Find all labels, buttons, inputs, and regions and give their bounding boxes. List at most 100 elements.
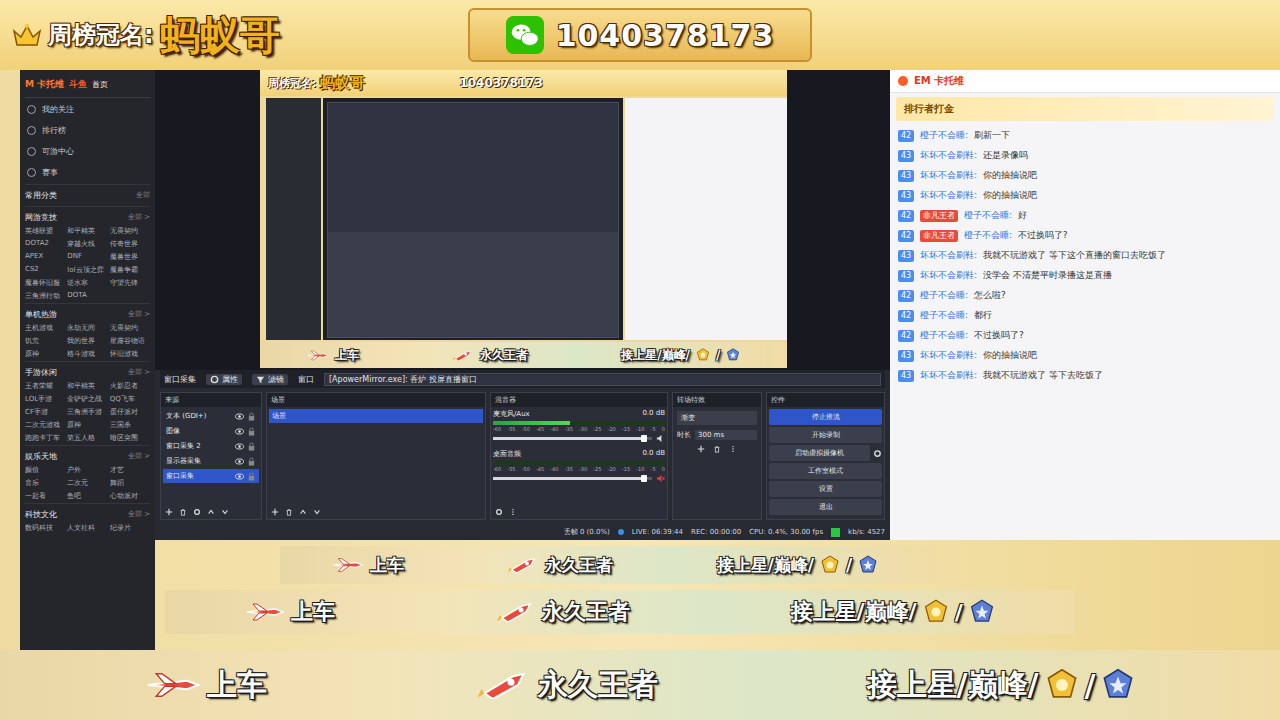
category-item[interactable]: DOTA2	[25, 239, 65, 249]
speaker-icon[interactable]	[656, 434, 665, 443]
gear-icon[interactable]	[873, 449, 882, 458]
lock-icon[interactable]	[247, 412, 256, 421]
up-icon[interactable]	[299, 508, 307, 516]
category-item[interactable]: 魔兽争霸	[110, 265, 150, 275]
eye-icon[interactable]	[235, 427, 244, 436]
eye-icon[interactable]	[235, 457, 244, 466]
sidebar-nav-item[interactable]: 可游中心	[25, 142, 150, 161]
category-item[interactable]: QQ飞车	[110, 394, 150, 404]
eye-icon[interactable]	[235, 412, 244, 421]
category-item[interactable]: LOL手游	[25, 394, 65, 404]
source-item[interactable]: 窗口采集	[163, 469, 259, 483]
category-item[interactable]: 格斗游戏	[67, 349, 107, 359]
category-item[interactable]: 逆水寒	[67, 278, 107, 288]
category-item[interactable]: 蛋仔派对	[110, 407, 150, 417]
username[interactable]: 坏坏不会刷鞋:	[920, 370, 977, 380]
category-item[interactable]: 跑跑卡丁车	[25, 433, 65, 443]
category-item[interactable]: 三角洲行动	[25, 291, 65, 301]
username[interactable]: 坏坏不会刷鞋:	[920, 250, 977, 260]
category-item[interactable]: 二次元游戏	[25, 420, 65, 430]
category-item[interactable]: 一起看	[25, 491, 65, 501]
category-item[interactable]: 魔兽世界	[110, 252, 150, 262]
category-item[interactable]: CS2	[25, 265, 65, 275]
rank-banner[interactable]: 排行者打金	[896, 97, 1274, 121]
properties-button[interactable]: 属性	[206, 374, 242, 385]
down-icon[interactable]	[313, 508, 321, 516]
category-item[interactable]: 守望先锋	[110, 278, 150, 288]
add-icon[interactable]	[165, 508, 173, 516]
username[interactable]: 坏坏不会刷鞋:	[920, 150, 977, 160]
category-item[interactable]: 魔兽怀旧服	[25, 278, 65, 288]
lock-icon[interactable]	[247, 472, 256, 481]
add-icon[interactable]	[271, 508, 279, 516]
category-item[interactable]: 星露谷物语	[110, 336, 150, 346]
trash-icon[interactable]	[285, 508, 293, 516]
category-item[interactable]: 和平精英	[67, 226, 107, 236]
category-item[interactable]: 三国杀	[110, 420, 150, 430]
category-item[interactable]: 二次元	[67, 478, 107, 488]
volume-slider[interactable]	[493, 437, 652, 440]
add-icon[interactable]	[697, 445, 705, 453]
sidebar-nav-item[interactable]: 我的关注	[25, 100, 150, 119]
category-item[interactable]: 我的世界	[67, 336, 107, 346]
category-item[interactable]: 第五人格	[67, 433, 107, 443]
more-link[interactable]: 全部	[136, 190, 150, 201]
menu-dots-icon[interactable]	[729, 445, 737, 453]
username[interactable]: 坏坏不会刷鞋:	[920, 190, 977, 200]
category-item[interactable]: 无畏契约	[110, 323, 150, 333]
category-item[interactable]: 和平精英	[67, 381, 107, 391]
category-item[interactable]: APEX	[25, 252, 65, 262]
lock-icon[interactable]	[247, 427, 256, 436]
category-item[interactable]: DNF	[67, 252, 107, 262]
control-button[interactable]: 开始录制	[769, 427, 882, 443]
category-item[interactable]: 鱼吧	[67, 491, 107, 501]
category-item[interactable]: 饥荒	[25, 336, 65, 346]
category-item[interactable]: 火影忍者	[110, 381, 150, 391]
category-item[interactable]: 颜值	[25, 465, 65, 475]
more-link[interactable]: 全部 >	[128, 509, 150, 520]
control-button[interactable]: 启动虚拟摄像机	[769, 445, 870, 461]
category-item[interactable]: 主机游戏	[25, 323, 65, 333]
lock-icon[interactable]	[247, 442, 256, 451]
source-item[interactable]: 窗口采集 2	[163, 439, 259, 453]
trash-icon[interactable]	[179, 508, 187, 516]
category-item[interactable]: 传奇世界	[110, 239, 150, 249]
category-item[interactable]: 穿越火线	[67, 239, 107, 249]
source-item[interactable]: 显示器采集	[163, 454, 259, 468]
lock-icon[interactable]	[247, 457, 256, 466]
sidebar-nav-item[interactable]: 赛事	[25, 163, 150, 182]
settings-icon[interactable]	[495, 508, 503, 516]
category-item[interactable]: 音乐	[25, 478, 65, 488]
username[interactable]: 橙子不会睡:	[964, 230, 1012, 240]
category-item[interactable]: 永劫无间	[67, 323, 107, 333]
douyu-logo[interactable]: 斗鱼	[69, 78, 87, 91]
down-icon[interactable]	[221, 508, 229, 516]
home-link[interactable]: 首页	[92, 79, 108, 90]
category-item[interactable]: CF手游	[25, 407, 65, 417]
username[interactable]: 橙子不会睡:	[964, 210, 1012, 220]
username[interactable]: 橙子不会睡:	[920, 310, 968, 320]
more-link[interactable]: 全部 >	[128, 309, 150, 320]
eye-icon[interactable]	[235, 442, 244, 451]
category-item[interactable]: 户外	[67, 465, 107, 475]
category-item[interactable]: 原神	[25, 349, 65, 359]
category-item[interactable]: 纪录片	[110, 523, 150, 533]
username[interactable]: 坏坏不会刷鞋:	[920, 350, 977, 360]
gear-icon[interactable]	[193, 508, 201, 516]
category-item[interactable]: 暗区突围	[110, 433, 150, 443]
volume-slider[interactable]	[493, 477, 652, 480]
username[interactable]: 橙子不会睡:	[920, 130, 968, 140]
transition-select[interactable]: 渐变	[677, 411, 757, 425]
category-item[interactable]: 怀旧游戏	[110, 349, 150, 359]
username[interactable]: 坏坏不会刷鞋:	[920, 170, 977, 180]
more-link[interactable]: 全部 >	[128, 367, 150, 378]
category-item[interactable]: 三角洲手游	[67, 407, 107, 417]
window-select[interactable]: [ApowerMirror.exe]: 香炉 投屏直播窗口	[324, 373, 881, 386]
category-item[interactable]: 无畏契约	[110, 226, 150, 236]
menu-dots-icon[interactable]	[509, 508, 517, 516]
username[interactable]: 橙子不会睡:	[920, 290, 968, 300]
category-item[interactable]: 人文社科	[67, 523, 107, 533]
source-item[interactable]: 文本 (GDI+)	[163, 409, 259, 423]
category-item[interactable]: 原神	[67, 420, 107, 430]
eye-icon[interactable]	[235, 472, 244, 481]
